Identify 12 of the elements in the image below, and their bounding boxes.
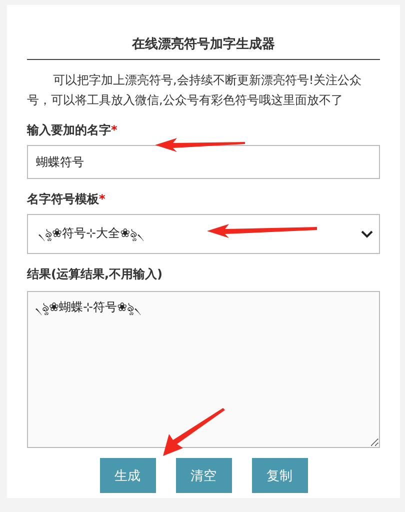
result-text-area[interactable]: ৲ৡ❀蝴蝶⊹符号❀ৡ৲ <box>27 291 380 448</box>
template-dropdown[interactable]: ৲ৡ❀符号⊹大全❀ৡ৲ <box>27 214 380 254</box>
name-input-field[interactable]: 蝴蝶符号 <box>27 145 380 179</box>
arrow-annotation <box>163 408 225 456</box>
field-label: 名字符号模板 <box>27 192 99 206</box>
required-mark: * <box>111 123 118 137</box>
field-label: 结果(运算结果,不用输入) <box>27 267 163 281</box>
required-mark: * <box>99 192 106 206</box>
page-title: 在线漂亮符号加字生成器 <box>27 35 380 60</box>
intro-text: 可以把字加上漂亮符号,会持续不断更新漂亮符号!关注公众号，可以将工具放入微信,公众号有彩色符号哦这里面放不了 <box>27 72 363 109</box>
field-label: 输入要加的名字 <box>27 123 111 137</box>
chevron-down-icon <box>361 230 373 238</box>
